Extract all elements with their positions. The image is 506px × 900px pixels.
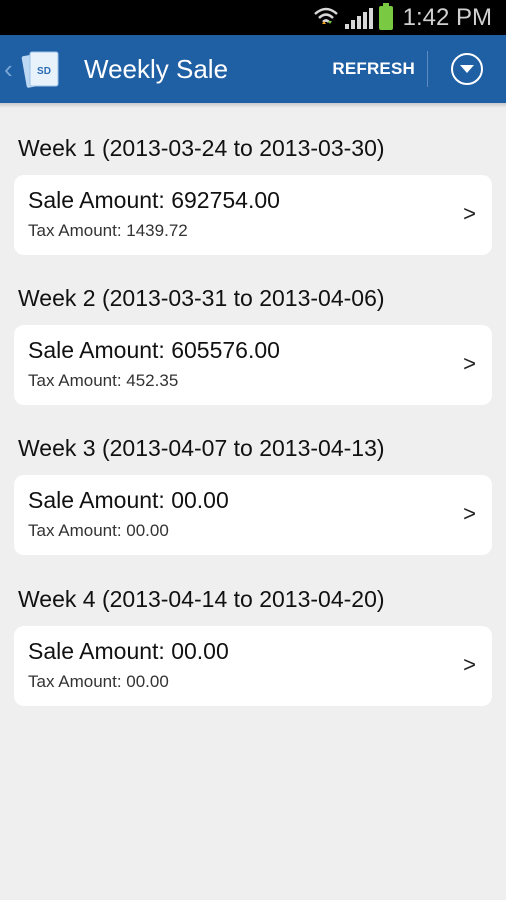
sale-card[interactable]: Sale Amount: 692754.00 Tax Amount: 1439.… <box>14 175 492 255</box>
page-title: Weekly Sale <box>84 53 229 84</box>
refresh-button[interactable]: REFRESH <box>320 35 427 103</box>
sale-amount: Sale Amount: 00.00 <box>28 638 229 664</box>
week-header: Week 2 (2013-03-31 to 2013-04-06) <box>18 285 385 311</box>
chevron-right-icon: > <box>463 652 476 677</box>
sale-card[interactable]: Sale Amount: 00.00 Tax Amount: 00.00 > <box>14 475 492 555</box>
chevron-right-icon: > <box>463 201 476 226</box>
battery-icon <box>378 2 393 30</box>
action-bar: ‹ SD Weekly Sale REFRESH <box>0 35 506 103</box>
app-logo-text: SD <box>37 66 51 77</box>
tax-amount: Tax Amount: 00.00 <box>28 521 169 540</box>
week-header: Week 1 (2013-03-24 to 2013-03-30) <box>18 135 385 161</box>
tax-amount: Tax Amount: 452.35 <box>28 371 179 390</box>
chevron-right-icon: > <box>463 501 476 526</box>
up-navigation-icon[interactable]: ‹ <box>4 54 18 85</box>
week-header: Week 3 (2013-04-07 to 2013-04-13) <box>18 435 385 461</box>
status-bar: 1:42 PM <box>0 0 506 35</box>
wifi-icon <box>313 6 339 30</box>
status-time: 1:42 PM <box>402 3 492 31</box>
signal-icon <box>344 7 373 29</box>
app-logo-icon[interactable]: SD <box>20 46 66 92</box>
tax-amount: Tax Amount: 00.00 <box>28 672 169 691</box>
chevron-right-icon: > <box>463 351 476 376</box>
sale-amount: Sale Amount: 692754.00 <box>28 187 280 213</box>
sale-amount: Sale Amount: 605576.00 <box>28 337 280 363</box>
overflow-menu-button[interactable] <box>428 35 506 103</box>
chevron-down-icon <box>451 53 483 85</box>
sale-card[interactable]: Sale Amount: 605576.00 Tax Amount: 452.3… <box>14 325 492 405</box>
week-header: Week 4 (2013-04-14 to 2013-04-20) <box>18 586 385 612</box>
sale-amount: Sale Amount: 00.00 <box>28 487 229 513</box>
action-bar-shadow <box>0 103 506 108</box>
sale-card[interactable]: Sale Amount: 00.00 Tax Amount: 00.00 > <box>14 626 492 706</box>
status-icons <box>313 2 393 30</box>
tax-amount: Tax Amount: 1439.72 <box>28 221 188 240</box>
